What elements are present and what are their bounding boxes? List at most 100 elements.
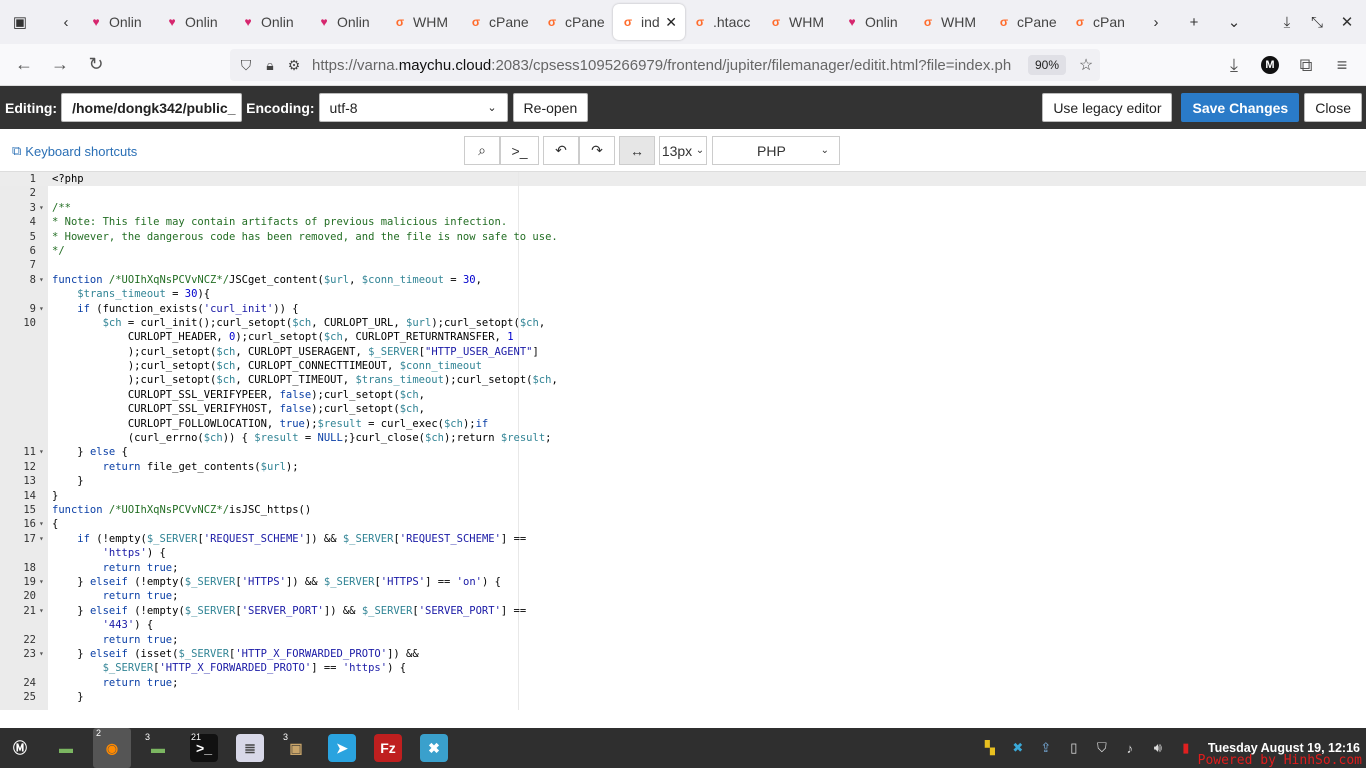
- fold-arrow-icon[interactable]: ▾: [39, 201, 44, 215]
- code-line[interactable]: 15 function /*UOIhXqNsPCVvNCZ*/isJSC_http…: [0, 503, 1366, 517]
- save-changes-button[interactable]: Save Changes: [1181, 93, 1300, 122]
- code-line[interactable]: 22 return true;: [0, 633, 1366, 647]
- clipboard-icon[interactable]: ▯: [1064, 738, 1084, 758]
- font-size-select[interactable]: 13px ⌄: [659, 136, 707, 165]
- code-line[interactable]: );curl_setopt($ch, CURLOPT_TIMEOUT, $tra…: [0, 373, 1366, 387]
- fold-arrow-icon[interactable]: ▾: [39, 273, 44, 287]
- code-line[interactable]: 7: [0, 258, 1366, 272]
- code-line[interactable]: 3 ▾ /**: [0, 201, 1366, 215]
- tracking-shield-icon[interactable]: ⛉: [234, 57, 258, 74]
- window-restore-icon[interactable]: ⤡: [1302, 7, 1332, 37]
- extensions-icon[interactable]: ⧉: [1288, 49, 1324, 81]
- fold-arrow-icon[interactable]: ▾: [39, 517, 44, 531]
- code-line[interactable]: 17 ▾ if (!empty($_SERVER['REQUEST_SCHEME'…: [0, 532, 1366, 546]
- new-tab-icon[interactable]: +: [1179, 7, 1209, 37]
- code-line[interactable]: CURLOPT_FOLLOWLOCATION, true);$result = …: [0, 417, 1366, 431]
- mint-menu-icon[interactable]: Ⓜ: [4, 732, 36, 764]
- close-button[interactable]: Close: [1304, 93, 1362, 122]
- fold-arrow-icon[interactable]: ▾: [39, 575, 44, 589]
- browser-tab[interactable]: σ WHM: [913, 4, 989, 40]
- browser-tab[interactable]: σ ind ✕: [613, 4, 685, 40]
- fold-arrow-icon[interactable]: ▾: [39, 604, 44, 618]
- redo-button[interactable]: ↷: [579, 136, 615, 165]
- battery-icon[interactable]: ▮: [1176, 738, 1196, 758]
- downloads-icon[interactable]: ⤓: [1216, 49, 1252, 81]
- browser-tab[interactable]: σ WHM: [385, 4, 461, 40]
- zoom-level[interactable]: 90%: [1027, 55, 1066, 75]
- files-icon[interactable]: ▬ 3: [142, 732, 174, 764]
- code-line[interactable]: 23 ▾ } elseif (isset($_SERVER['HTTP_X_FOR…: [0, 647, 1366, 661]
- browser-tab[interactable]: ♥ Onlin: [157, 4, 233, 40]
- browser-tab[interactable]: σ cPane: [989, 4, 1065, 40]
- network-applet-icon[interactable]: ▚: [980, 738, 1000, 758]
- window-minimize-icon[interactable]: ⤓: [1272, 7, 1302, 37]
- notifications-icon[interactable]: ♪: [1120, 738, 1140, 758]
- code-line[interactable]: 6 */: [0, 244, 1366, 258]
- volume-icon[interactable]: 🔊︎: [1148, 738, 1168, 758]
- code-line[interactable]: 4 * Note: This file may contain artifacts…: [0, 215, 1366, 229]
- undo-button[interactable]: ↶: [543, 136, 579, 165]
- close-tab-icon[interactable]: ✕: [665, 14, 677, 31]
- scroll-tabs-left-icon[interactable]: ‹: [51, 7, 81, 37]
- keyboard-shortcuts-link[interactable]: ⧉ Keyboard shortcuts: [12, 143, 137, 159]
- permissions-icon[interactable]: ⚙: [282, 57, 306, 74]
- browser-tab[interactable]: ♥ Onlin: [309, 4, 385, 40]
- wrap-toggle-button[interactable]: ↔: [619, 136, 655, 165]
- code-line[interactable]: '443') {: [0, 618, 1366, 632]
- code-line[interactable]: 8 ▾ function /*UOIhXqNsPCVvNCZ*/JSCget_con…: [0, 273, 1366, 287]
- terminal-icon[interactable]: >_ 21: [188, 732, 220, 764]
- browser-tab[interactable]: ♥ Onlin: [233, 4, 309, 40]
- goto-line-button[interactable]: >_: [500, 136, 539, 165]
- browser-tab[interactable]: ♥ Onlin: [81, 4, 157, 40]
- code-line[interactable]: 20 return true;: [0, 589, 1366, 603]
- code-line[interactable]: 19 ▾ } elseif (!empty($_SERVER['HTTPS']) …: [0, 575, 1366, 589]
- code-line[interactable]: );curl_setopt($ch, CURLOPT_CONNECTTIMEOU…: [0, 359, 1366, 373]
- filezilla-icon[interactable]: Fz: [372, 732, 404, 764]
- fold-arrow-icon[interactable]: ▾: [39, 302, 44, 316]
- tab-overview-icon[interactable]: ▣: [5, 7, 35, 37]
- code-line[interactable]: 13 }: [0, 474, 1366, 488]
- hamburger-menu-icon[interactable]: ≡: [1324, 49, 1360, 81]
- file-path-field[interactable]: /home/dongk342/public_: [61, 93, 243, 122]
- language-mode-select[interactable]: PHP ⌄: [712, 136, 840, 165]
- folder-icon[interactable]: ▬: [50, 732, 82, 764]
- legacy-editor-button[interactable]: Use legacy editor: [1042, 93, 1173, 122]
- code-line[interactable]: (curl_errno($ch)) { $result = NULL;}curl…: [0, 431, 1366, 445]
- code-line[interactable]: CURLOPT_SSL_VERIFYPEER, false);curl_seto…: [0, 388, 1366, 402]
- code-line[interactable]: 2: [0, 186, 1366, 200]
- code-line[interactable]: 'https') {: [0, 546, 1366, 560]
- browser-tab[interactable]: σ cPan: [1065, 4, 1141, 40]
- code-line[interactable]: 21 ▾ } elseif (!empty($_SERVER['SERVER_PO…: [0, 604, 1366, 618]
- code-line[interactable]: $_SERVER['HTTP_X_FORWARDED_PROTO'] == 'h…: [0, 661, 1366, 675]
- code-line[interactable]: 16 ▾ {: [0, 517, 1366, 531]
- remote-desktop-tray-icon[interactable]: ✖: [1008, 738, 1028, 758]
- bookmark-star-icon[interactable]: ☆: [1072, 55, 1100, 75]
- code-line[interactable]: CURLOPT_HEADER, 0);curl_setopt($ch, CURL…: [0, 330, 1366, 344]
- code-line[interactable]: );curl_setopt($ch, CURLOPT_USERAGENT, $_…: [0, 345, 1366, 359]
- upload-tray-icon[interactable]: ⇪: [1036, 738, 1056, 758]
- remote-desktop-icon[interactable]: ✖: [418, 732, 450, 764]
- code-line[interactable]: 10 $ch = curl_init();curl_setopt($ch, CU…: [0, 316, 1366, 330]
- url-text[interactable]: https://varna.maychu.cloud:2083/cpsess10…: [312, 57, 1012, 74]
- firefox-icon[interactable]: ◉ 2: [93, 728, 131, 768]
- browser-tab[interactable]: σ .htacc: [685, 4, 761, 40]
- code-line[interactable]: 5 * However, the dangerous code has been …: [0, 230, 1366, 244]
- code-line[interactable]: 18 return true;: [0, 561, 1366, 575]
- browser-tab[interactable]: σ cPane: [537, 4, 613, 40]
- code-line[interactable]: 11 ▾ } else {: [0, 445, 1366, 459]
- code-line[interactable]: 1 <?php: [0, 172, 1366, 186]
- lock-icon[interactable]: 🔒︎: [258, 57, 282, 74]
- reload-icon[interactable]: ↻: [78, 49, 114, 81]
- code-line[interactable]: 12 return file_get_contents($url);: [0, 460, 1366, 474]
- code-line[interactable]: CURLOPT_SSL_VERIFYHOST, false);curl_seto…: [0, 402, 1366, 416]
- code-line[interactable]: 24 return true;: [0, 676, 1366, 690]
- code-line[interactable]: $trans_timeout = 30){: [0, 287, 1366, 301]
- back-icon[interactable]: ←: [6, 49, 42, 81]
- list-tabs-icon[interactable]: ⌄: [1219, 7, 1249, 37]
- text-editor-icon[interactable]: ≣: [234, 732, 266, 764]
- account-avatar[interactable]: M: [1252, 49, 1288, 81]
- fold-arrow-icon[interactable]: ▾: [39, 445, 44, 459]
- code-line[interactable]: 14}: [0, 489, 1366, 503]
- code-editor[interactable]: 1 <?php 2 3 ▾/** 4 * Note: This file may conta…: [0, 171, 1366, 710]
- reopen-button[interactable]: Re-open: [512, 93, 589, 122]
